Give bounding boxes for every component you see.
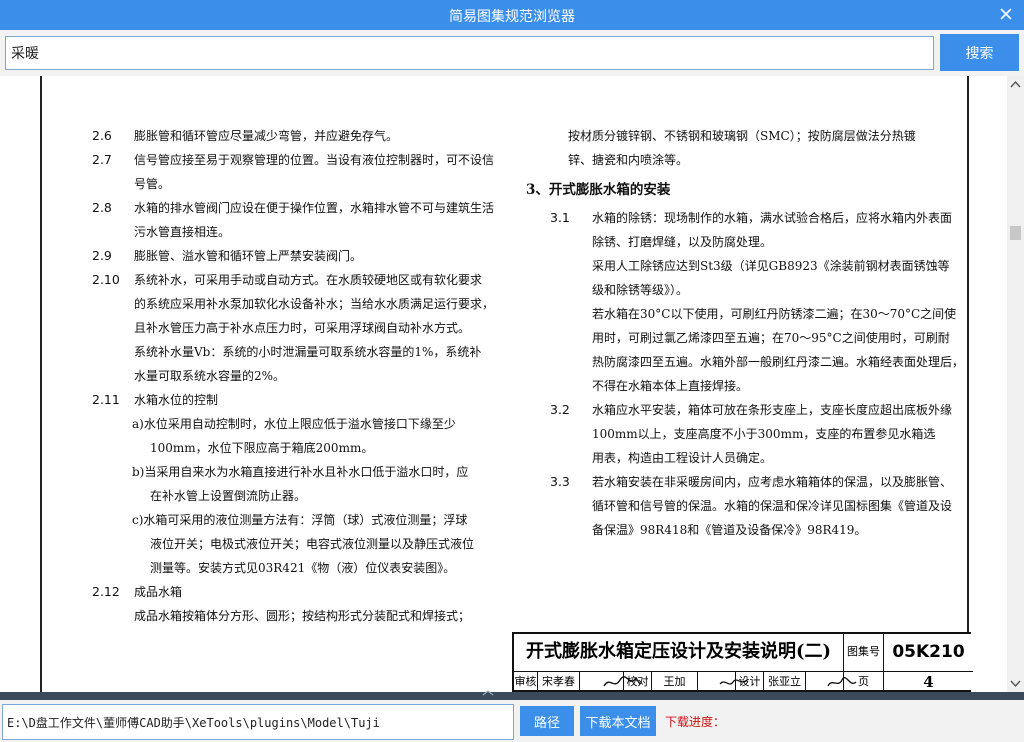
- clause-number: 3.2: [550, 402, 570, 417]
- right-column: 按材质分镀锌钢、不锈钢和玻璃钢（SMC）；按防腐层做法分热镀 锌、搪瓷和内喷涂等…: [526, 124, 965, 542]
- clause-text: 水箱应水平安装，箱体可放在条形支座上，支座长度应超出底板外缘: [592, 403, 953, 417]
- clause-text: 备保温》98R418和《管道及设备保冷》98R419。: [592, 523, 867, 537]
- clause-text: 级和除锈等级》）。: [592, 283, 689, 297]
- clause-number: 2.12: [92, 584, 120, 599]
- splitter-grip-icon[interactable]: [480, 690, 496, 696]
- clause-text: 系统补水，可采用手动或自动方式。在水质较硬地区或有软化要求: [134, 273, 483, 287]
- clause-text: 100mm以上，支座高度不小于300mm，支座的布置参见水箱选: [592, 427, 936, 441]
- review-name: 宋孝春: [538, 672, 580, 692]
- page-number: 4: [923, 673, 934, 691]
- clause-text: 水箱水位的控制: [134, 393, 219, 407]
- clause-text: 用表，构造由工程设计人员确定。: [592, 451, 773, 465]
- document-page: 2.6 膨胀管和循环管应尽量减少弯管，并应避免存气。 2.7 信号管应接至易于观察管…: [40, 76, 973, 692]
- drawing-title-block: 开式膨胀水箱定压设计及安装说明(二) 图集号 05K210 审核 宋孝春 校对 …: [512, 632, 973, 692]
- subclause-text: 测量等。安装方式见03R421《物（液）位仪表安装图》。: [150, 561, 456, 575]
- subclause-text: c)水箱可采用的液位测量方法有：浮筒（球）式液位测量；浮球: [132, 513, 468, 527]
- search-input[interactable]: [5, 36, 934, 70]
- clause-text: 水箱的排水管阀门应设在便于操作位置，水箱排水管不可与建筑生活: [134, 201, 495, 215]
- scrollbar-thumb[interactable]: [1010, 226, 1021, 240]
- clause-text: 号管。: [134, 177, 171, 191]
- subclause-text: b)当采用自来水为水箱直接进行补水且补水口低于溢水口时，应: [132, 465, 469, 479]
- vertical-scrollbar[interactable]: [1007, 76, 1024, 692]
- clause-text: 水箱的除锈：现场制作的水箱，满水试验合格后，应将水箱内外表面: [592, 211, 953, 225]
- left-column: 2.6 膨胀管和循环管应尽量减少弯管，并应避免存气。 2.7 信号管应接至易于观察管…: [92, 124, 502, 628]
- download-document-button[interactable]: 下载本文档: [580, 706, 656, 736]
- clause-text: 且补水管压力高于补水点压力时，可采用浮球阀自动补水方式。: [134, 321, 471, 335]
- path-button[interactable]: 路径: [520, 706, 574, 736]
- search-button[interactable]: 搜索: [940, 34, 1019, 71]
- clause-text: 污水管直接相连。: [134, 225, 231, 239]
- clause-text: 信号管应接至易于观察管理的位置。当设有液位控制器时，可不设信: [134, 153, 495, 167]
- clause-text: 系统补水量Vb：系统的小时泄漏量可取系统水容量的1%，系统补: [134, 345, 482, 359]
- clause-text: 若水箱安装在非采暖房间内，应考虑水箱箱体的保温，以及膨胀管、: [592, 475, 953, 489]
- clause-text: 采用人工除锈应达到St3级（详见GB8923《涂装前钢材表面锈蚀等: [592, 259, 950, 273]
- download-progress-label: 下载进度：: [665, 715, 726, 729]
- clause-text: 若水箱在30°C以下使用，可刷红丹防锈漆二遍；在30～70°C之间使: [592, 307, 957, 321]
- drawing-title: 开式膨胀水箱定压设计及安装说明(二): [514, 634, 844, 672]
- clause-text: 锌、搪瓷和内喷涂等。: [568, 153, 689, 167]
- design-signature: [806, 672, 856, 692]
- clause-text: 膨胀管、溢水管和循环管上严禁安装阀门。: [134, 249, 363, 263]
- search-bar: 搜索: [0, 30, 1024, 76]
- clause-number: 2.6: [92, 128, 112, 143]
- document-viewer[interactable]: 2.6 膨胀管和循环管应尽量减少弯管，并应避免存气。 2.7 信号管应接至易于观察管…: [0, 76, 1024, 692]
- atlas-number-label: 图集号: [844, 634, 884, 672]
- design-name: 张亚立: [764, 672, 806, 692]
- signature-row: 审核 宋孝春 校对 王加 设计 张亚立 页 4: [514, 672, 973, 692]
- scroll-up-icon[interactable]: [1010, 80, 1021, 88]
- page-label: 页: [844, 672, 884, 692]
- subclause-text: 在补水管上设置倒流防止器。: [150, 489, 307, 503]
- clause-text: 循环管和信号管的保温。水箱的保温和保冷详见国标图集《管道及设: [592, 499, 953, 513]
- clause-text: 按材质分镀锌钢、不锈钢和玻璃钢（SMC）；按防腐层做法分热镀: [568, 129, 916, 143]
- review-signature: [580, 672, 641, 692]
- clause-text: 用时，可刷过氯乙烯漆四至五遍；在70～95°C之间使用时，可刷耐: [592, 331, 950, 345]
- atlas-number: 05K210: [884, 634, 973, 672]
- clause-text: 不得在水箱本体上直接焊接。: [592, 379, 749, 393]
- splitter-bar[interactable]: [0, 690, 1024, 700]
- clause-number: 2.7: [92, 152, 112, 167]
- window-title: 简易图集规范浏览器: [449, 9, 575, 25]
- check-signature: [698, 672, 747, 692]
- clause-number: 2.9: [92, 248, 112, 263]
- review-label: 审核: [514, 672, 538, 692]
- clause-number: 2.8: [92, 200, 112, 215]
- clause-text: 成品水箱按箱体分方形、圆形；按结构形式分装配式和焊接式；: [134, 609, 471, 623]
- clause-text: 成品水箱: [134, 585, 183, 599]
- clause-number: 2.11: [92, 392, 120, 407]
- clause-text: 水量可取系统水容量的2%。: [134, 369, 286, 383]
- bottom-bar: 路径 下载本文档 下载进度：: [0, 700, 1024, 742]
- clause-text: 的系统应采用补水泵加软化水设备补水；当给水水质满足运行要求，: [134, 297, 495, 311]
- clause-number: 3.3: [550, 474, 570, 489]
- clause-number: 3.1: [550, 210, 570, 225]
- design-label: 设计: [736, 672, 764, 692]
- clause-text: 热防腐漆四至五遍。水箱外部一般刷红丹漆二遍。水箱经表面处理后，: [592, 355, 965, 369]
- subclause-text: 液位开关；电极式液位开关；电容式液位测量以及静压式液位: [150, 537, 475, 551]
- scroll-down-icon[interactable]: [1010, 680, 1021, 688]
- check-label: 校对: [624, 672, 652, 692]
- close-icon[interactable]: [998, 6, 1014, 22]
- check-name: 王加: [652, 672, 698, 692]
- clause-text: 除锈、打磨焊缝，以及防腐处理。: [592, 235, 773, 249]
- path-input[interactable]: [2, 704, 514, 740]
- clause-number: 2.10: [92, 272, 120, 287]
- clause-text: 膨胀管和循环管应尽量减少弯管，并应避免存气。: [134, 129, 399, 143]
- subclause-text: 100mm，水位下限应高于箱底200mm。: [150, 441, 374, 455]
- title-bar: 简易图集规范浏览器: [0, 0, 1024, 30]
- subclause-text: a)水位采用自动控制时，水位上限应低于溢水管接口下缘至少: [132, 417, 456, 431]
- section-heading: 3、开式膨胀水箱的安装: [526, 182, 671, 198]
